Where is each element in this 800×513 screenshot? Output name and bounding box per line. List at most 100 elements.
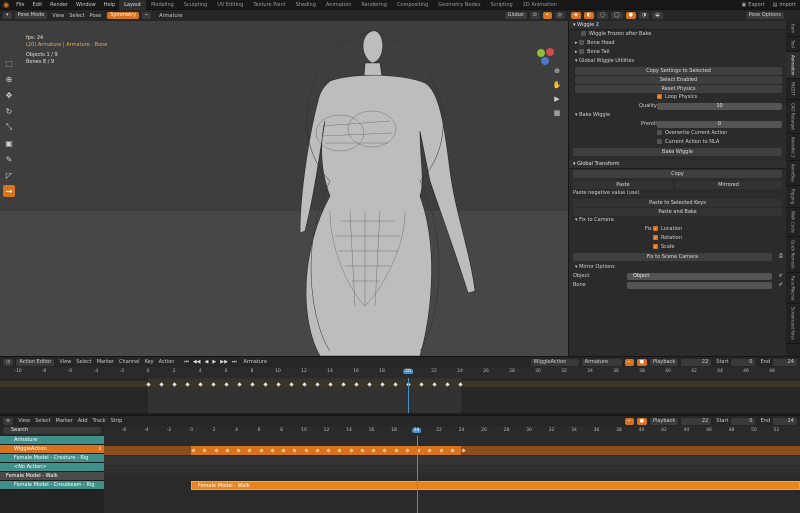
- push-down-icon[interactable]: ⇓: [98, 445, 102, 454]
- nla-current-frame[interactable]: 22: [681, 417, 712, 425]
- ae-keyframe[interactable]: [237, 382, 242, 387]
- workspace-tab-layout[interactable]: Layout: [119, 0, 147, 10]
- nla-keyframe[interactable]: [247, 448, 252, 453]
- nla-menu-strip[interactable]: Strip: [111, 418, 123, 424]
- nla-menu-add[interactable]: Add: [78, 418, 88, 424]
- ae-keyframe[interactable]: [419, 382, 424, 387]
- nla-menu-marker[interactable]: Marker: [56, 418, 73, 424]
- sidebar-tab-faceit[interactable]: FACEIT: [786, 79, 800, 100]
- ae-keyframe[interactable]: [224, 382, 229, 387]
- fix-scene-camera-button[interactable]: Fix to Scene Camera: [573, 253, 772, 261]
- nla-keyframe[interactable]: [461, 448, 466, 453]
- 3d-viewport[interactable]: ⬚ ⊕ ✥ ↻ ⤡ ▣ ✎ ◸ ⇝ ⊕ ✋ ▶ ▦: [0, 21, 568, 356]
- action-editor-ruler[interactable]: -10 -8 -6 -4 -2 0 2 4 6 8 10 12 14 16 18 20 22 24 26 28 30 32…: [0, 367, 800, 378]
- nla-strips-area[interactable]: Female Model - Walk: [104, 436, 800, 513]
- nla-keyframe[interactable]: [315, 448, 320, 453]
- nla-track-creature-rig[interactable]: Female Model - Creature - Rig: [0, 454, 104, 463]
- nla-editor-type-icon[interactable]: ≡: [3, 417, 14, 425]
- nla-keyframe[interactable]: [191, 448, 196, 453]
- ae-keyframe[interactable]: [432, 382, 437, 387]
- sidebar-tab-walk-cycle[interactable]: Walk Cycle: [786, 208, 800, 238]
- ae-keyframe[interactable]: [315, 382, 320, 387]
- bake-wiggle-header[interactable]: ▾ Bake Wiggle: [569, 111, 786, 120]
- menu-help[interactable]: Help: [100, 0, 119, 10]
- measure-icon[interactable]: ◸: [3, 169, 15, 181]
- fix-location-row[interactable]: Fix Location: [569, 225, 786, 234]
- ae-keyframe[interactable]: [263, 382, 268, 387]
- bake-wiggle-button[interactable]: Bake Wiggle: [573, 148, 782, 156]
- wiggle-panel-header[interactable]: ▾ Wiggle 2: [569, 21, 786, 30]
- action-editor-mode[interactable]: Action Editor: [16, 358, 55, 366]
- nla-track-no-action[interactable]: <No Action>: [0, 463, 104, 472]
- ae-armature-label[interactable]: Armature: [243, 359, 266, 365]
- nla-keyframe[interactable]: [303, 448, 309, 453]
- ae-end-field[interactable]: 24: [773, 358, 797, 366]
- cursor-icon[interactable]: ⊕: [3, 73, 15, 85]
- nla-track-wiggle-action[interactable]: WiggleAction ⇓: [0, 445, 104, 454]
- annotate-icon[interactable]: ✎: [3, 153, 15, 165]
- copy-button[interactable]: Copy: [573, 170, 782, 178]
- action-editor-dopesheet[interactable]: [0, 378, 800, 413]
- menu-view[interactable]: View: [52, 13, 64, 19]
- shading-material-icon[interactable]: ◑: [638, 12, 650, 19]
- ae-prev-key-icon[interactable]: ◀◀: [193, 359, 201, 365]
- ae-keyframe[interactable]: [328, 382, 333, 387]
- ae-action-selector[interactable]: WiggleAction: [530, 358, 579, 366]
- workspace-tab-compositing[interactable]: Compositing: [392, 0, 433, 10]
- ae-object-selector[interactable]: Armature: [581, 358, 622, 366]
- ae-current-frame[interactable]: 22: [681, 358, 712, 366]
- nla-keyframe[interactable]: [236, 448, 241, 453]
- nla-keyframe[interactable]: [202, 448, 207, 453]
- ae-jump-end-icon[interactable]: ⏭: [232, 359, 237, 365]
- nla-keyframe[interactable]: [393, 448, 399, 453]
- paste-and-bake-button[interactable]: Paste and Bake: [573, 208, 782, 216]
- ae-menu-action[interactable]: Action: [159, 359, 175, 365]
- workspace-tab-shading[interactable]: Shading: [291, 0, 321, 10]
- ae-keyframe[interactable]: [172, 382, 177, 387]
- menu-edit[interactable]: Edit: [28, 0, 46, 10]
- menu-pose[interactable]: Pose: [90, 13, 102, 19]
- nla-keyframe[interactable]: [225, 448, 230, 453]
- view-layer-selector[interactable]: Import: [779, 2, 796, 8]
- object-field[interactable]: Object: [627, 273, 772, 280]
- fix-rotation-row[interactable]: Rotation: [569, 234, 786, 243]
- ae-keyframe[interactable]: [302, 382, 307, 387]
- ae-start-field[interactable]: 0: [731, 358, 756, 366]
- ae-keyframe[interactable]: [380, 382, 385, 387]
- select-box-icon[interactable]: ⬚: [3, 57, 15, 69]
- nla-start-field[interactable]: 0: [731, 417, 756, 425]
- blender-logo-icon[interactable]: ◉: [0, 1, 12, 9]
- ae-keyframe[interactable]: [289, 382, 294, 387]
- show-gizmo-icon[interactable]: ◈: [571, 12, 581, 19]
- ae-keyframe[interactable]: [458, 382, 463, 387]
- select-enabled-button[interactable]: Select Enabled: [575, 76, 782, 84]
- pan-hand-icon[interactable]: ✋: [552, 80, 562, 90]
- fix-to-camera-header[interactable]: ▾ Fix to Camera: [569, 216, 786, 225]
- global-transform-header[interactable]: ▾ Global Transform: [569, 160, 786, 169]
- nla-keyframe[interactable]: [270, 448, 275, 453]
- ae-menu-key[interactable]: Key: [145, 359, 154, 365]
- nla-keyframe[interactable]: [405, 448, 410, 453]
- sidebar-tab-tool[interactable]: Tool: [786, 37, 800, 52]
- ae-autokey-icon[interactable]: ●: [636, 358, 647, 366]
- scale-icon[interactable]: ⤡: [3, 121, 15, 133]
- nla-keyframe[interactable]: [438, 448, 444, 453]
- nla-ruler-playhead[interactable]: 20: [411, 428, 422, 433]
- shading-solid-icon[interactable]: ●: [625, 12, 636, 19]
- workspace-tab-sculpting[interactable]: Sculpting: [179, 0, 212, 10]
- overwrite-row[interactable]: Overwrite Current Action: [569, 129, 786, 138]
- nla-keyframe[interactable]: [258, 448, 264, 453]
- workspace-tab-geometry-nodes[interactable]: Geometry Nodes: [433, 0, 485, 10]
- sidebar-tab-animation[interactable]: Animation: [786, 51, 800, 80]
- loop-physics-row[interactable]: Loop Physics: [569, 93, 786, 102]
- workspace-tab-scripting[interactable]: Scripting: [485, 0, 517, 10]
- fix-scale-row[interactable]: Scale: [569, 243, 786, 252]
- ae-keyframe[interactable]: [445, 382, 450, 387]
- nla-keyframe[interactable]: [371, 448, 376, 453]
- paste-button[interactable]: Paste: [573, 181, 673, 189]
- workspace-tab-rendering[interactable]: Rendering: [356, 0, 392, 10]
- pivot-icon[interactable]: ⊙: [529, 12, 540, 19]
- sidebar-tab-cao[interactable]: CAO Retarget: [786, 100, 800, 134]
- copy-settings-button[interactable]: Copy Settings to Selected: [575, 67, 782, 75]
- ae-menu-select[interactable]: Select: [76, 359, 91, 365]
